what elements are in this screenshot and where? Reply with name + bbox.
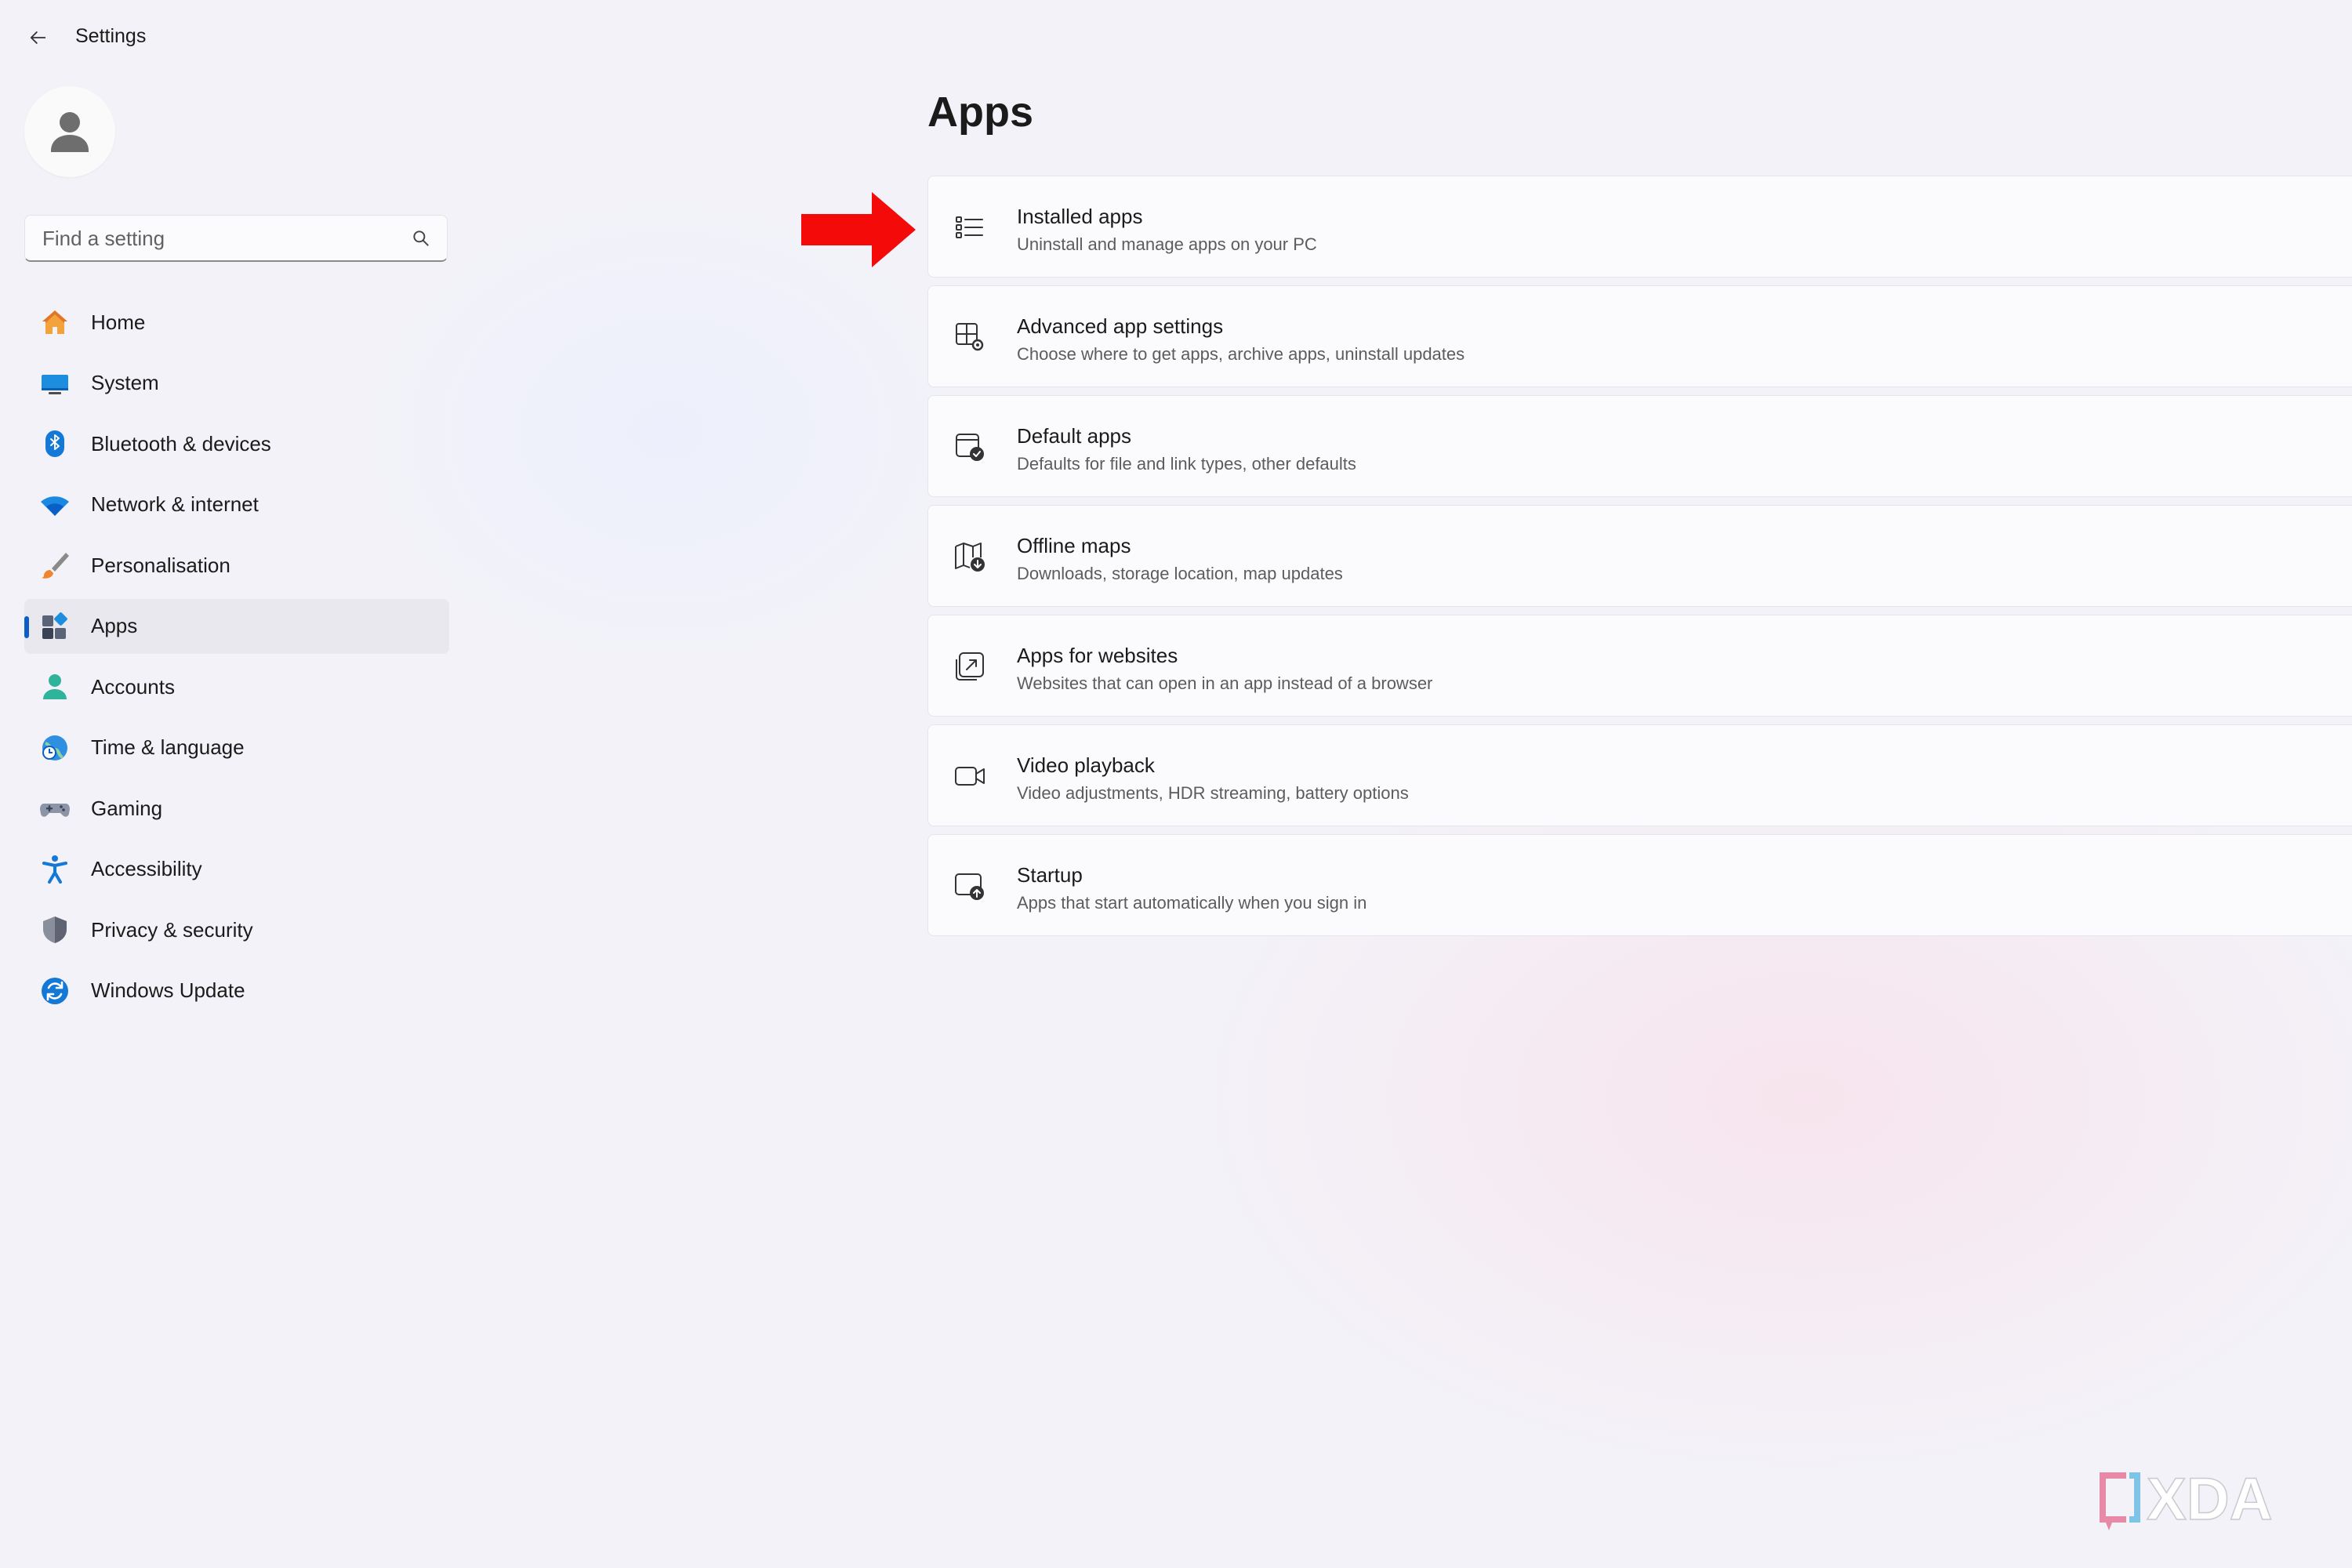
card-startup[interactable]: Startup Apps that start automatically wh… <box>927 834 2352 936</box>
title-bar: Settings <box>0 0 2352 75</box>
home-icon <box>38 306 71 339</box>
card-title: Startup <box>1017 863 1083 887</box>
gamepad-icon <box>38 792 71 825</box>
sidebar-nav: Home System Bluetooth & devices Network … <box>24 295 449 1024</box>
xda-logo: XDA <box>2100 1465 2273 1534</box>
card-subtitle: Downloads, storage location, map updates <box>1017 564 1343 583</box>
search-icon[interactable] <box>411 228 431 249</box>
sidebar-item-label: Network & internet <box>91 492 259 516</box>
card-subtitle: Choose where to get apps, archive apps, … <box>1017 344 1465 364</box>
sidebar-item-apps[interactable]: Apps <box>24 598 449 654</box>
wifi-icon <box>38 488 71 521</box>
card-title: Video playback <box>1017 753 1155 777</box>
default-check-icon <box>953 430 986 463</box>
sidebar-item-gaming[interactable]: Gaming <box>24 781 449 836</box>
card-offline-maps[interactable]: Offline maps Downloads, storage location… <box>927 505 2352 607</box>
sidebar-item-label: System <box>91 371 159 394</box>
sidebar-item-label: Accessibility <box>91 857 202 880</box>
card-apps-for-websites[interactable]: Apps for websites Websites that can open… <box>927 615 2352 717</box>
card-title: Advanced app settings <box>1017 314 1224 338</box>
settings-card-list: Installed apps Uninstall and manage apps… <box>927 176 2352 944</box>
avatar[interactable] <box>24 86 115 177</box>
back-button[interactable] <box>19 19 56 56</box>
card-title: Apps for websites <box>1017 644 1178 667</box>
person-icon <box>38 670 71 703</box>
paintbrush-icon <box>38 549 71 582</box>
monitor-icon <box>38 367 71 400</box>
apps-icon <box>38 610 71 643</box>
user-placeholder-icon <box>51 112 89 152</box>
sidebar-item-time-language[interactable]: Time & language <box>24 720 449 775</box>
card-subtitle: Apps that start automatically when you s… <box>1017 893 1367 913</box>
sidebar-item-label: Personalisation <box>91 553 230 577</box>
sidebar-item-label: Home <box>91 310 146 334</box>
sidebar-item-home[interactable]: Home <box>24 295 449 350</box>
sidebar-item-label: Windows Update <box>91 978 245 1002</box>
sidebar-item-label: Privacy & security <box>91 917 253 942</box>
sidebar-item-accessibility[interactable]: Accessibility <box>24 842 449 897</box>
sidebar-item-privacy[interactable]: Privacy & security <box>24 902 449 957</box>
app-gear-icon <box>953 321 986 354</box>
sidebar-item-bluetooth[interactable]: Bluetooth & devices <box>24 416 449 471</box>
card-video-playback[interactable]: Video playback Video adjustments, HDR st… <box>927 724 2352 826</box>
sidebar-item-system[interactable]: System <box>24 356 449 411</box>
sidebar-item-label: Accounts <box>91 674 175 699</box>
card-title: Offline maps <box>1017 534 1131 557</box>
sidebar-item-accounts[interactable]: Accounts <box>24 659 449 714</box>
startup-icon <box>953 869 986 902</box>
sidebar-item-label: Bluetooth & devices <box>91 431 271 456</box>
app-title: Settings <box>75 25 147 47</box>
sidebar-item-label: Apps <box>91 614 138 637</box>
sidebar-item-personalisation[interactable]: Personalisation <box>24 538 449 593</box>
card-title: Default apps <box>1017 424 1131 448</box>
card-advanced-app-settings[interactable]: Advanced app settings Choose where to ge… <box>927 285 2352 387</box>
refresh-icon <box>38 975 71 1007</box>
list-icon <box>953 211 986 244</box>
sidebar-item-label: Time & language <box>91 735 245 759</box>
video-camera-icon <box>953 760 986 793</box>
sidebar-item-network[interactable]: Network & internet <box>24 477 449 532</box>
search-input[interactable] <box>41 216 412 261</box>
open-external-icon <box>953 650 986 683</box>
card-title: Installed apps <box>1017 205 1143 228</box>
sidebar-item-label: Gaming <box>91 796 163 820</box>
sidebar-item-windows-update[interactable]: Windows Update <box>24 964 449 1018</box>
search-box <box>24 215 448 262</box>
card-subtitle: Websites that can open in an app instead… <box>1017 673 1433 693</box>
card-subtitle: Uninstall and manage apps on your PC <box>1017 234 1317 254</box>
card-subtitle: Defaults for file and link types, other … <box>1017 454 1356 474</box>
watermark-text: XDA <box>2147 1466 2272 1533</box>
card-installed-apps[interactable]: Installed apps Uninstall and manage apps… <box>927 176 2352 278</box>
arrow-left-icon <box>30 31 46 44</box>
shield-icon <box>38 913 71 946</box>
bluetooth-icon <box>38 427 71 460</box>
card-subtitle: Video adjustments, HDR streaming, batter… <box>1017 783 1409 803</box>
card-default-apps[interactable]: Default apps Defaults for file and link … <box>927 395 2352 497</box>
map-download-icon <box>953 540 986 573</box>
page-title: Apps <box>927 89 1033 136</box>
red-arrow-icon <box>801 192 916 267</box>
accessibility-icon <box>38 853 71 886</box>
globe-clock-icon <box>38 731 71 764</box>
